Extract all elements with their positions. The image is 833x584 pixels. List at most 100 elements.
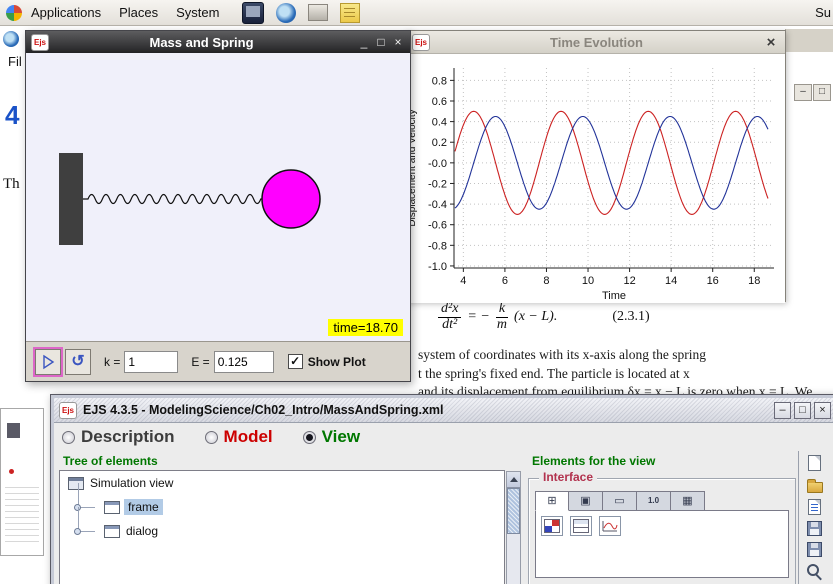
svg-text:16: 16 <box>707 275 719 287</box>
tab-windows[interactable]: ▣ <box>569 491 603 511</box>
distro-menu-icon[interactable] <box>6 5 22 21</box>
e-label: E = <box>191 355 209 369</box>
tree-item-dialog[interactable]: dialog <box>60 519 504 543</box>
svg-text:10: 10 <box>582 275 594 287</box>
radio-model[interactable]: Model <box>205 427 273 447</box>
tree-of-elements-panel: Tree of elements Simulation view frame <box>59 451 505 584</box>
desktop-panel: Applications Places System Su <box>0 0 833 26</box>
window-title: EJS 4.3.5 - ModelingScience/Ch02_Intro/M… <box>83 403 771 417</box>
panel-clock[interactable]: Su <box>815 5 833 20</box>
panel-launchers <box>242 2 360 24</box>
panel-element-button[interactable] <box>541 516 563 536</box>
tree-item-simulation-view[interactable]: Simulation view <box>60 471 504 495</box>
show-plot-label: Show Plot <box>308 355 366 369</box>
minimize-icon[interactable]: – <box>774 402 791 419</box>
library-icon[interactable] <box>808 499 821 515</box>
menu-places[interactable]: Places <box>110 5 167 20</box>
dialog-icon <box>104 525 120 538</box>
bg-window-restore-button[interactable]: □ <box>813 84 831 101</box>
view-editor: Tree of elements Simulation view frame <box>54 451 833 584</box>
svg-text:18: 18 <box>748 275 760 287</box>
page-thumbnail[interactable] <box>0 408 44 556</box>
file-toolbar <box>806 455 823 580</box>
radio-view[interactable]: View <box>303 427 360 447</box>
checkmark-icon: ✓ <box>290 355 300 367</box>
thumbnail-text-lines <box>5 487 39 545</box>
notes-launcher-icon[interactable] <box>340 3 360 23</box>
close-icon[interactable]: × <box>391 35 405 49</box>
new-file-icon[interactable] <box>808 455 821 471</box>
palette-tabs: ⊞ ▣ ▭ 1.0 ▦ <box>535 491 789 510</box>
play-icon <box>40 354 56 370</box>
scroll-up-icon[interactable] <box>507 472 520 488</box>
equation-rhs-fraction: k m <box>496 302 508 332</box>
menu-applications[interactable]: Applications <box>22 5 110 20</box>
tab-displays[interactable]: ▦ <box>671 491 705 511</box>
radio-description[interactable]: Description <box>62 427 175 447</box>
thumbnail-figure <box>7 423 20 438</box>
time-evolution-window: Ejs Time Evolution × 46810121416180.80.6… <box>405 30 786 302</box>
spring <box>83 195 263 204</box>
package-launcher-icon[interactable] <box>308 4 328 21</box>
tab-containers[interactable]: ⊞ <box>535 491 569 511</box>
mass-spring-titlebar[interactable]: Ejs Mass and Spring _ □ × <box>26 31 410 53</box>
ejs-app-icon: Ejs <box>59 402 77 419</box>
maximize-icon[interactable]: □ <box>374 35 388 49</box>
search-icon[interactable] <box>806 563 823 580</box>
grid-panel-icon <box>544 519 560 533</box>
window-title: Mass and Spring <box>49 35 354 50</box>
interface-groupbox: Interface ⊞ ▣ ▭ 1.0 ▦ <box>528 478 796 584</box>
mass-ball[interactable] <box>262 170 320 228</box>
bg-window-minimize-button[interactable]: – <box>794 84 812 101</box>
ejs-titlebar[interactable]: Ejs EJS 4.3.5 - ModelingScience/Ch02_Int… <box>54 398 833 423</box>
tab-buttons[interactable]: ▭ <box>603 491 637 511</box>
drawing-panel-element-button[interactable] <box>599 516 621 536</box>
svg-text:4: 4 <box>460 275 466 287</box>
play-button[interactable] <box>35 349 61 375</box>
tree-scrollbar[interactable] <box>506 471 521 584</box>
save-as-icon[interactable] <box>807 542 822 557</box>
svg-text:0.6: 0.6 <box>432 96 447 108</box>
scrollbar-thumb[interactable] <box>507 488 520 534</box>
maximize-icon[interactable]: □ <box>794 402 811 419</box>
menu-system[interactable]: System <box>167 5 228 20</box>
e-input[interactable] <box>214 351 274 373</box>
frame-icon <box>104 501 120 514</box>
svg-text:Time: Time <box>602 290 626 302</box>
time-evolution-chart: 46810121416180.80.60.40.2-0.0-0.2-0.4-0.… <box>406 54 785 303</box>
fields-tab-icon: 1.0 <box>648 497 659 505</box>
containers-tab-icon: ⊞ <box>547 496 556 507</box>
firefox-window-icon <box>3 31 19 47</box>
svg-text:0.2: 0.2 <box>432 137 447 149</box>
minimize-icon[interactable]: _ <box>357 35 371 49</box>
wall <box>59 153 83 245</box>
time-readout: time=18.70 <box>328 319 403 336</box>
reset-button[interactable]: ↺ <box>65 349 91 375</box>
firefox-launcher-icon[interactable] <box>276 3 296 23</box>
close-icon[interactable]: × <box>814 402 831 419</box>
tree-item-frame[interactable]: frame <box>60 495 504 519</box>
time-evolution-titlebar[interactable]: Ejs Time Evolution × <box>406 31 785 54</box>
svg-text:-0.4: -0.4 <box>428 199 447 211</box>
tab-fields[interactable]: 1.0 <box>637 491 671 511</box>
split-panel-element-button[interactable] <box>570 516 592 536</box>
palette-elements <box>535 510 789 578</box>
k-input[interactable] <box>124 351 178 373</box>
ejs-app-icon: Ejs <box>412 34 430 51</box>
radio-icon <box>205 431 218 444</box>
mass-and-spring-window: Ejs Mass and Spring _ □ × time=18.70 ↺ k… <box>25 30 411 382</box>
svg-text:-1.0: -1.0 <box>428 261 447 273</box>
svg-text:-0.2: -0.2 <box>428 178 447 190</box>
close-icon[interactable]: × <box>763 34 779 51</box>
buttons-tab-icon: ▭ <box>614 496 624 507</box>
simulation-toolbar: ↺ k = E = ✓ Show Plot <box>26 341 410 381</box>
save-icon[interactable] <box>807 521 822 536</box>
svg-text:0.4: 0.4 <box>432 117 447 129</box>
svg-text:14: 14 <box>665 275 677 287</box>
k-label: k = <box>104 355 120 369</box>
terminal-launcher-icon[interactable] <box>242 2 264 24</box>
tree-expand-handle[interactable] <box>74 528 81 535</box>
show-plot-checkbox[interactable]: ✓ <box>288 354 303 369</box>
open-folder-icon[interactable] <box>807 482 823 493</box>
background-file-menu[interactable]: Fil <box>8 54 22 69</box>
